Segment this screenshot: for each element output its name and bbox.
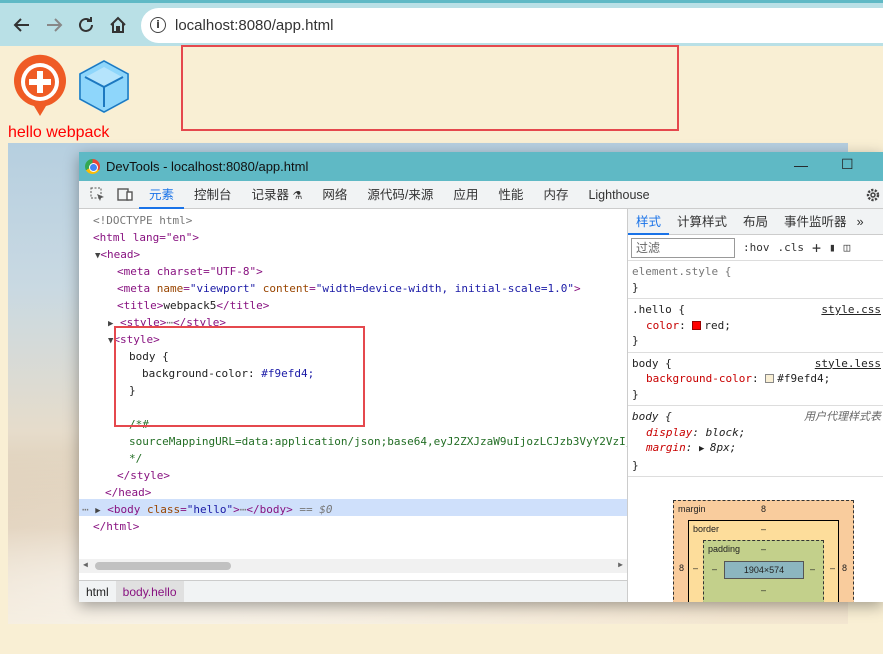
tab-styles[interactable]: 样式 — [628, 209, 670, 235]
styles-filter-input[interactable]: 过滤 — [631, 237, 735, 258]
scrollbar-thumb[interactable] — [95, 562, 231, 570]
maximize-icon[interactable]: ☐ — [841, 156, 854, 173]
box-model-content[interactable]: 1904×574 — [724, 561, 804, 579]
source-link-style-css[interactable]: style.css — [821, 302, 881, 318]
tab-recorder-label: 记录器 — [251, 187, 290, 202]
dom-title[interactable]: <title>webpack5</title> — [117, 297, 269, 314]
new-rule-icon[interactable]: + — [812, 239, 821, 257]
box-model-padding[interactable]: padding – – – – 1904×574 — [703, 540, 824, 602]
tab-performance[interactable]: 性能 — [488, 181, 533, 209]
tab-lighthouse[interactable]: Lighthouse — [578, 181, 659, 209]
tab-sources[interactable]: 源代码/来源 — [357, 181, 443, 209]
rule-hello[interactable]: .hello { style.css color: red; } — [628, 299, 883, 353]
source-link-style-less[interactable]: style.less — [815, 356, 881, 372]
plus-logo-icon — [12, 54, 68, 121]
tab-network[interactable]: 网络 — [312, 181, 357, 209]
tab-recorder[interactable]: 记录器 ⚗ — [242, 181, 313, 209]
dom-meta-viewport[interactable]: <meta name="viewport" content="width=dev… — [117, 280, 581, 297]
rule-body-less[interactable]: body { style.less background-color: #f9e… — [628, 353, 883, 406]
color-swatch-beige[interactable] — [765, 374, 775, 383]
dom-style-close[interactable]: </style> — [117, 467, 170, 484]
sidebar-toggle-icon[interactable]: ◫ — [844, 241, 851, 254]
back-icon[interactable] — [9, 12, 35, 38]
breadcrumb-body-hello[interactable]: body.hello — [115, 580, 184, 602]
hov-button[interactable]: :hov — [743, 241, 770, 254]
expand-triangle-icon[interactable]: ▶ — [95, 506, 100, 516]
minimize-icon[interactable]: — — [794, 157, 808, 173]
tab-event-listeners[interactable]: 事件监听器 — [776, 209, 855, 235]
devtools-title: DevTools - localhost:8080/app.html — [106, 159, 309, 174]
dom-html[interactable]: <html lang="en"> — [93, 229, 199, 246]
dom-body-selected[interactable]: ⋯ ▶ <body class="hello">⋯</body> == $0 — [82, 501, 333, 518]
annotation-box-top — [181, 45, 679, 131]
rule-element-style[interactable]: element.style { } — [628, 261, 883, 299]
expand-triangle-icon[interactable]: ▶ — [108, 319, 113, 329]
paint-icon[interactable]: ▮ — [829, 241, 836, 254]
more-dots-icon[interactable]: ⋯ — [82, 503, 89, 516]
more-tabs-icon[interactable]: » — [855, 209, 866, 235]
css-source-map: sourceMappingURL=data:application/json;b… — [129, 435, 627, 448]
tab-elements[interactable]: 元素 — [139, 181, 185, 209]
dom-meta-charset[interactable]: <meta charset="UTF-8"> — [117, 263, 263, 280]
tab-computed[interactable]: 计算样式 — [669, 209, 735, 235]
tab-memory[interactable]: 内存 — [533, 181, 578, 209]
cls-button[interactable]: .cls — [778, 241, 805, 254]
flask-icon: ⚗ — [292, 189, 303, 202]
url-text: localhost:8080/app.html — [175, 17, 334, 34]
info-icon[interactable]: i — [150, 17, 166, 33]
expand-triangle-icon[interactable]: ▶ — [699, 444, 710, 454]
reload-icon[interactable] — [73, 12, 99, 38]
user-agent-stylesheet-label: 用户代理样式表 — [804, 410, 881, 423]
styles-tabbar: 样式 计算样式 布局 事件监听器 » — [628, 209, 883, 235]
elements-panel: <!DOCTYPE html> <html lang="en"> ▼<head>… — [79, 209, 627, 580]
tab-console[interactable]: 控制台 — [184, 181, 242, 209]
dom-head-close[interactable]: </head> — [105, 484, 151, 501]
hello-text: hello webpack — [8, 124, 110, 141]
settings-gear-icon[interactable] — [859, 181, 883, 209]
address-bar[interactable]: i localhost:8080/app.html — [141, 8, 883, 43]
color-swatch-red[interactable] — [692, 320, 702, 330]
forward-icon[interactable] — [41, 12, 67, 38]
inspect-element-icon[interactable] — [83, 181, 111, 209]
tab-application[interactable]: 应用 — [443, 181, 488, 209]
annotation-box-style — [114, 326, 365, 427]
webpack-cube-icon — [78, 59, 130, 116]
box-model-border[interactable]: border – – – padding – – – – 1904×574 — [688, 520, 839, 602]
chrome-logo-icon — [85, 159, 100, 174]
styles-panel: 样式 计算样式 布局 事件监听器 » 过滤 :hov .cls + ▮ ◫ el… — [627, 209, 883, 602]
dom-doctype[interactable]: <!DOCTYPE html> — [93, 212, 192, 229]
breadcrumb: html body.hello — [79, 580, 627, 602]
tab-layout[interactable]: 布局 — [735, 209, 776, 235]
home-icon[interactable] — [105, 12, 131, 38]
rule-user-agent[interactable]: body { 用户代理样式表 display: block; margin: ▶… — [628, 406, 883, 477]
devtools-titlebar: DevTools - localhost:8080/app.html — ☐ — [79, 152, 883, 181]
devtools-window: DevTools - localhost:8080/app.html — ☐ 元… — [79, 152, 883, 602]
horizontal-scrollbar[interactable]: ◀ ▶ — [79, 559, 627, 573]
scroll-right-icon[interactable]: ▶ — [618, 560, 623, 569]
css-comment-close: */ — [129, 452, 143, 465]
scroll-left-icon[interactable]: ◀ — [83, 560, 88, 569]
dom-head[interactable]: ▼<head> — [95, 246, 140, 263]
breadcrumb-html[interactable]: html — [79, 581, 116, 603]
browser-toolbar: i localhost:8080/app.html — [0, 0, 883, 46]
devtools-tabbar: 元素 控制台 记录器 ⚗ 网络 源代码/来源 应用 性能 内存 Lighthou… — [79, 181, 883, 209]
box-model-margin[interactable]: margin 8 8 8 border – – – padding – – – … — [673, 500, 854, 602]
device-toolbar-icon[interactable] — [111, 181, 139, 209]
styles-filter-row: 过滤 :hov .cls + ▮ ◫ — [628, 235, 883, 261]
dom-html-close[interactable]: </html> — [93, 518, 139, 535]
